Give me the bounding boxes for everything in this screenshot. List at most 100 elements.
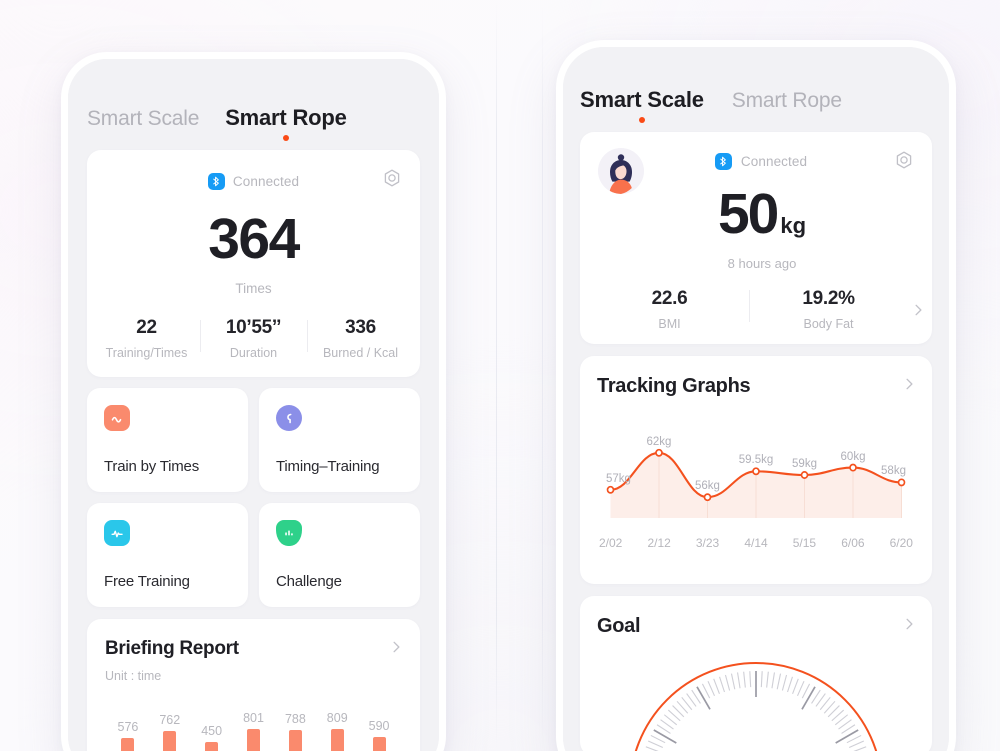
- scale-stats-row[interactable]: 22.6 BMI 19.2% Body Fat: [580, 288, 932, 331]
- chart-data-point: [703, 493, 712, 502]
- chart-point-label: 59.5kg: [738, 454, 774, 467]
- dial-minor-tick: [766, 671, 769, 688]
- tracking-header: Tracking Graphs: [597, 375, 915, 398]
- stat-label: Burned / Kcal: [322, 346, 399, 360]
- connection-row: Connected: [87, 170, 420, 192]
- bar-value-label: 590: [368, 719, 390, 733]
- page-title: Goal: [597, 615, 641, 637]
- stat-body-fat: 19.2% Body Fat: [749, 288, 908, 331]
- dial-major-tick: [801, 686, 816, 710]
- x-axis-tick: 4/14: [744, 536, 768, 550]
- dial-minor-tick: [749, 671, 752, 688]
- dial-minor-tick: [792, 678, 799, 694]
- dial-minor-tick: [736, 672, 741, 689]
- bar: [121, 738, 135, 751]
- tab-bar-left: Smart Scale Smart Rope: [68, 59, 439, 141]
- bar-column: 762: [149, 699, 191, 751]
- dial-minor-tick: [743, 671, 746, 688]
- dial-minor-tick: [776, 673, 782, 690]
- stat-value: 22: [136, 317, 157, 338]
- stat-label: Duration: [229, 346, 278, 360]
- feature-timing-training[interactable]: Timing–Training: [259, 388, 420, 492]
- bar-value-label: 762: [159, 713, 181, 727]
- page-title: Tracking Graphs: [597, 375, 751, 397]
- feature-label: Free Training: [104, 573, 190, 590]
- bar-column: 788: [274, 699, 316, 751]
- chart-data-point: [606, 485, 615, 494]
- stat-label: Body Fat: [803, 317, 854, 331]
- goal-card[interactable]: Goal 50.0kg: [580, 596, 932, 751]
- weight-timestamp: 8 hours ago: [727, 256, 797, 271]
- bar: [163, 731, 177, 751]
- goal-header: Goal: [597, 615, 915, 638]
- stat-value: 336: [345, 317, 376, 338]
- timer-icon: [276, 405, 302, 431]
- dial-minor-tick: [719, 676, 726, 693]
- x-axis-tick: 6/06: [841, 536, 865, 550]
- rope-stats-row: 22 Training/Times 10’55’’ Duration 336 B…: [87, 317, 420, 360]
- dial-minor-tick: [647, 740, 664, 749]
- wave-icon: [104, 405, 130, 431]
- rope-count-unit: Times: [235, 281, 272, 296]
- dial-minor-tick: [713, 678, 720, 694]
- briefing-header: Briefing Report: [105, 638, 402, 660]
- chart-data-point: [800, 471, 809, 479]
- mockup-seam-2: [542, 0, 543, 751]
- chevron-right-icon[interactable]: [904, 376, 915, 397]
- chevron-right-icon[interactable]: [908, 302, 928, 318]
- feature-grid: Train by Times Timing–Training Free Trai…: [87, 388, 420, 607]
- hex-nut-settings-icon[interactable]: [381, 168, 403, 190]
- dial-minor-tick: [801, 683, 811, 699]
- x-axis-tick: 6/20: [889, 536, 913, 550]
- dial-major-tick: [653, 729, 677, 744]
- tab-bar-right: Smart Scale Smart Rope: [563, 47, 949, 123]
- x-axis-tick: 3/23: [695, 536, 720, 550]
- stat-value: 22.6: [651, 288, 688, 309]
- hex-nut-settings-icon[interactable]: [893, 150, 915, 172]
- rope-count-value: 364: [208, 207, 300, 271]
- x-axis-tick: 2/12: [647, 536, 671, 550]
- tab-smart-scale[interactable]: Smart Scale: [580, 87, 704, 123]
- tab-smart-rope[interactable]: Smart Rope: [732, 89, 842, 123]
- chart-point-label: 58kg: [881, 465, 906, 478]
- bar: [288, 730, 302, 751]
- dial-minor-tick: [853, 746, 867, 751]
- briefing-report-card[interactable]: Briefing Report Unit : time 576 762 450 801…: [87, 619, 420, 751]
- bar-value-label: 788: [284, 712, 306, 726]
- bar-column: 450: [191, 699, 233, 751]
- dial-minor-tick: [650, 734, 666, 744]
- user-avatar-illustration[interactable]: [598, 148, 644, 194]
- dial-minor-tick: [781, 674, 788, 691]
- chevron-right-icon[interactable]: [904, 616, 915, 637]
- screen-smart-scale: Smart Scale Smart Rope Connected 50 kg 8…: [563, 47, 949, 751]
- feature-challenge[interactable]: Challenge: [259, 503, 420, 607]
- connection-status: Connected: [740, 153, 808, 169]
- weight-readout: 50 kg: [580, 186, 932, 243]
- stat-burned-kcal: 336 Burned / Kcal: [307, 317, 414, 360]
- bar: [372, 737, 386, 751]
- stat-training-times: 22 Training/Times: [93, 317, 200, 360]
- tab-smart-rope[interactable]: Smart Rope: [225, 105, 347, 141]
- stat-value: 10’55’’: [225, 317, 282, 338]
- feature-free-training[interactable]: Free Training: [87, 503, 248, 607]
- connection-status: Connected: [232, 173, 300, 189]
- stat-value: 19.2%: [802, 288, 855, 309]
- bar-column: 801: [233, 699, 275, 751]
- chevron-right-icon[interactable]: [391, 639, 402, 660]
- tracking-graphs-card[interactable]: Tracking Graphs 57kg 62kg 56kg 59.5kg 59kg 60…: [580, 356, 932, 584]
- dial-minor-tick: [846, 734, 862, 744]
- chart-point-label: 62kg: [646, 435, 672, 448]
- bar-column: 576: [107, 699, 149, 751]
- tab-smart-scale[interactable]: Smart Scale: [87, 107, 199, 141]
- stat-label: Training/Times: [105, 346, 188, 360]
- weight-value: 50: [717, 182, 779, 246]
- bluetooth-icon: [207, 172, 225, 190]
- briefing-unit-label: Unit : time: [105, 669, 162, 683]
- feature-train-by-times[interactable]: Train by Times: [87, 388, 248, 492]
- dial-minor-tick: [771, 672, 776, 689]
- dial-minor-tick: [786, 676, 793, 693]
- dial-minor-tick: [796, 680, 805, 697]
- bar-value-label: 809: [326, 711, 348, 725]
- phone-mockup-left: Smart Scale Smart Rope Connected 364 Tim…: [61, 52, 446, 751]
- goal-dial-gauge[interactable]: 50.0kg: [625, 658, 887, 751]
